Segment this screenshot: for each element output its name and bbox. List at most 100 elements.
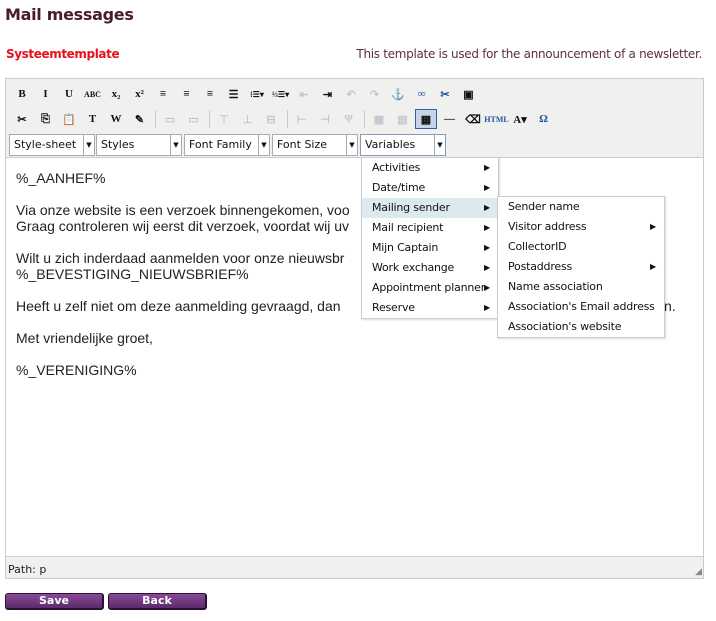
menu-item[interactable]: Mijn Captain ▶ bbox=[362, 238, 498, 258]
align-center-icon[interactable]: ≡ bbox=[176, 84, 198, 104]
chevron-down-icon: ▼ bbox=[346, 135, 357, 155]
chevron-down-icon: ▼ bbox=[170, 135, 181, 155]
table-row-props-icon[interactable]: ▭ bbox=[159, 109, 181, 129]
bullet-list-icon[interactable]: ⁝☰▾ bbox=[246, 84, 268, 104]
redo-icon[interactable]: ↷ bbox=[364, 84, 386, 104]
menu-item[interactable]: Date/time ▶ bbox=[362, 178, 498, 198]
styles-value: Styles bbox=[101, 138, 135, 151]
back-button[interactable]: Back bbox=[108, 593, 207, 610]
italic-icon[interactable]: I bbox=[35, 84, 57, 104]
align-left-icon[interactable]: ≡ bbox=[152, 84, 174, 104]
insert-row-before-icon[interactable]: ⊤ bbox=[213, 109, 235, 129]
resize-grip-icon[interactable]: ◢ bbox=[695, 567, 702, 577]
align-justify-icon[interactable]: ☰ bbox=[223, 84, 245, 104]
text-fragment: Heeft u zelf niet om deze aanmelding gev… bbox=[16, 298, 341, 314]
undo-icon[interactable]: ↶ bbox=[340, 84, 362, 104]
cut-icon[interactable]: ✂ bbox=[11, 109, 33, 129]
bold-icon[interactable]: B bbox=[11, 84, 33, 104]
text-line: %_VERENIGING% bbox=[16, 362, 137, 378]
submenu-item-label: Sender name bbox=[508, 200, 580, 213]
variables-menu: Activities ▶ Date/time ▶ Mailing sender ▶ Mail… bbox=[361, 157, 499, 319]
chevron-down-icon: ▼ bbox=[83, 135, 94, 155]
unlink-icon[interactable]: ✂ bbox=[434, 84, 456, 104]
submenu-item[interactable]: Postaddress ▶ bbox=[498, 257, 664, 277]
horizontal-rule-icon[interactable]: — bbox=[439, 109, 461, 129]
menu-item-label: Appointment planner bbox=[372, 281, 486, 294]
submenu-item[interactable]: Association's website bbox=[498, 317, 664, 337]
underline-icon[interactable]: U bbox=[58, 84, 80, 104]
edit-icon[interactable]: ✎ bbox=[129, 109, 151, 129]
delete-col-icon[interactable]: Ψ bbox=[338, 109, 360, 129]
styles-select[interactable]: Styles ▼ bbox=[96, 134, 182, 156]
page-title: Mail messages bbox=[5, 5, 134, 24]
save-button[interactable]: Save bbox=[5, 593, 104, 610]
paste-icon[interactable]: 📋 bbox=[58, 109, 80, 129]
insert-row-after-icon[interactable]: ⊥ bbox=[237, 109, 259, 129]
superscript-icon[interactable]: x² bbox=[129, 84, 151, 104]
toolbar-row-2: ✂ ⎘ 📋 T W ✎ ▭ ▭ ⊤ ⊥ ⊟ ⊢ ⊣ Ψ ▦ ▤ ▦ — ⌫ HTML A▾ Ω bbox=[11, 108, 556, 130]
submenu-item-label: Association's Email address bbox=[508, 300, 655, 313]
menu-item-label: Mailing sender bbox=[372, 201, 450, 214]
submenu-arrow-icon: ▶ bbox=[650, 222, 656, 231]
submenu-item[interactable]: CollectorID bbox=[498, 237, 664, 257]
text-fragment: n. bbox=[664, 298, 676, 314]
delete-row-icon[interactable]: ⊟ bbox=[260, 109, 282, 129]
menu-item-label: Date/time bbox=[372, 181, 426, 194]
submenu-arrow-icon: ▶ bbox=[650, 262, 656, 271]
font-size-value: Font Size bbox=[277, 138, 328, 151]
menu-item[interactable]: Mailing sender ▶ bbox=[362, 198, 498, 218]
submenu-item[interactable]: Association's Email address bbox=[498, 297, 664, 317]
stylesheet-select[interactable]: Style-sheet ▼ bbox=[9, 134, 95, 156]
submenu-arrow-icon: ▶ bbox=[484, 243, 490, 252]
special-char-icon[interactable]: Ω bbox=[533, 109, 555, 129]
split-cells-icon[interactable]: ▦ bbox=[368, 109, 390, 129]
submenu-item[interactable]: Name association bbox=[498, 277, 664, 297]
toolbar-row-1: B I U ABC x₂ x² ≡ ≡ ≡ ☰ ⁝☰▾ ⅓☰▾ ⇤ ⇥ ↶ ↷ ⚓ ∞ ✂ ▣ bbox=[11, 83, 481, 105]
menu-item[interactable]: Appointment planner ▶ bbox=[362, 278, 498, 298]
table-icon[interactable]: ▦ bbox=[415, 109, 437, 129]
menu-item-label: Mail recipient bbox=[372, 221, 444, 234]
font-family-select[interactable]: Font Family ▼ bbox=[184, 134, 270, 156]
variables-select[interactable]: Variables ▼ bbox=[360, 134, 446, 156]
submenu-arrow-icon: ▶ bbox=[484, 163, 490, 172]
merge-cells-icon[interactable]: ▤ bbox=[392, 109, 414, 129]
menu-item[interactable]: Work exchange ▶ bbox=[362, 258, 498, 278]
subscript-icon[interactable]: x₂ bbox=[105, 84, 127, 104]
stylesheet-value: Style-sheet bbox=[14, 138, 77, 151]
indent-icon[interactable]: ⇥ bbox=[317, 84, 339, 104]
paste-text-icon[interactable]: T bbox=[82, 109, 104, 129]
paste-word-icon[interactable]: W bbox=[105, 109, 127, 129]
font-size-select[interactable]: Font Size ▼ bbox=[272, 134, 358, 156]
align-right-icon[interactable]: ≡ bbox=[199, 84, 221, 104]
font-color-icon[interactable]: A▾ bbox=[509, 109, 531, 129]
anchor-icon[interactable]: ⚓ bbox=[387, 84, 409, 104]
image-icon[interactable]: ▣ bbox=[458, 84, 480, 104]
chevron-down-icon: ▼ bbox=[258, 135, 269, 155]
variables-value: Variables bbox=[365, 138, 416, 151]
submenu-arrow-icon: ▶ bbox=[484, 203, 490, 212]
insert-col-after-icon[interactable]: ⊣ bbox=[314, 109, 336, 129]
toolbar-separator bbox=[155, 110, 156, 128]
menu-item-label: Mijn Captain bbox=[372, 241, 439, 254]
template-description: This template is used for the announceme… bbox=[356, 47, 702, 61]
menu-item[interactable]: Mail recipient ▶ bbox=[362, 218, 498, 238]
html-icon[interactable]: HTML bbox=[484, 109, 508, 129]
copy-icon[interactable]: ⎘ bbox=[35, 109, 57, 129]
status-path: Path: p bbox=[8, 563, 47, 576]
menu-item-label: Work exchange bbox=[372, 261, 455, 274]
strikethrough-icon[interactable]: ABC bbox=[82, 84, 104, 104]
insert-col-before-icon[interactable]: ⊢ bbox=[291, 109, 313, 129]
outdent-icon[interactable]: ⇤ bbox=[293, 84, 315, 104]
submenu-item[interactable]: Sender name bbox=[498, 197, 664, 217]
link-icon[interactable]: ∞ bbox=[411, 84, 433, 104]
submenu-arrow-icon: ▶ bbox=[484, 263, 490, 272]
submenu-arrow-icon: ▶ bbox=[484, 303, 490, 312]
template-type: Systeemtemplate bbox=[6, 47, 120, 61]
submenu-item[interactable]: Visitor address ▶ bbox=[498, 217, 664, 237]
menu-item[interactable]: Activities ▶ bbox=[362, 158, 498, 178]
eraser-icon[interactable]: ⌫ bbox=[462, 109, 484, 129]
font-family-value: Font Family bbox=[189, 138, 252, 151]
numbered-list-icon[interactable]: ⅓☰▾ bbox=[270, 84, 292, 104]
table-cell-props-icon[interactable]: ▭ bbox=[183, 109, 205, 129]
menu-item[interactable]: Reserve ▶ bbox=[362, 298, 498, 318]
